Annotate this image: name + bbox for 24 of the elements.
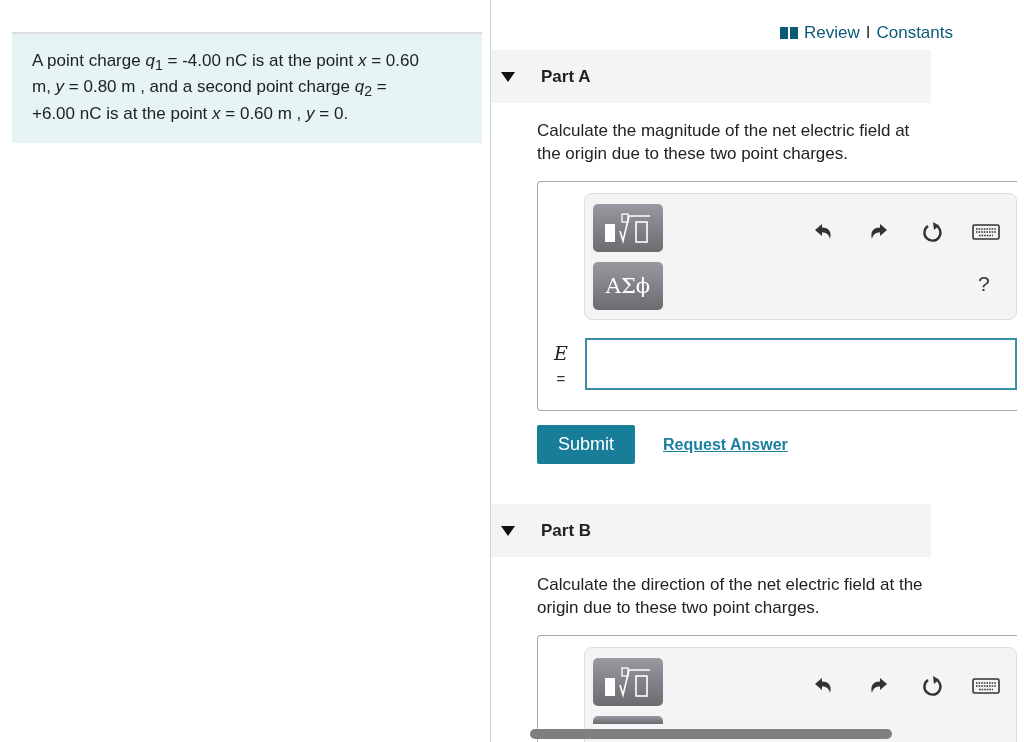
book-icon [779,27,798,39]
templates-button[interactable] [593,204,663,252]
templates-button[interactable] [593,658,663,706]
question-text: Calculate the magnitude of the net electric field at the origin due to these two point charges. [537,120,911,165]
part-header[interactable]: Part B [491,504,931,557]
symbols-button[interactable]: ΑΣϕ [593,262,663,310]
symbols-button[interactable] [593,716,663,724]
answer-field[interactable] [585,338,1017,390]
reset-icon[interactable] [921,220,945,244]
part-header[interactable]: Part A [491,50,931,103]
request-answer-link[interactable]: Request Answer [663,435,788,454]
header-link[interactable]: Review [803,23,860,43]
scrollbar[interactable] [530,729,892,739]
link-separator: I [865,23,871,43]
caret-down-icon [501,71,515,82]
reset-icon[interactable] [921,674,945,698]
equals-sign: = [556,370,566,387]
caret-down-icon [501,525,515,536]
header-link[interactable]: Constants [876,23,953,43]
variable-label: E [554,342,568,364]
problem-text: A point charge q$_{1}$ = -4.00 nC is at the point x = 0.60 m, y = 0.80 m , and a second point charge q$_{2}$ = +6.00 nC is at the point x = 0.60 m , y = 0. [32,50,420,125]
question-text: Calculate the direction of the net electric field at the origin due to these two point charges. [537,574,924,619]
submit-button[interactable]: Submit [537,425,635,464]
help-button[interactable]: ? [978,272,990,296]
